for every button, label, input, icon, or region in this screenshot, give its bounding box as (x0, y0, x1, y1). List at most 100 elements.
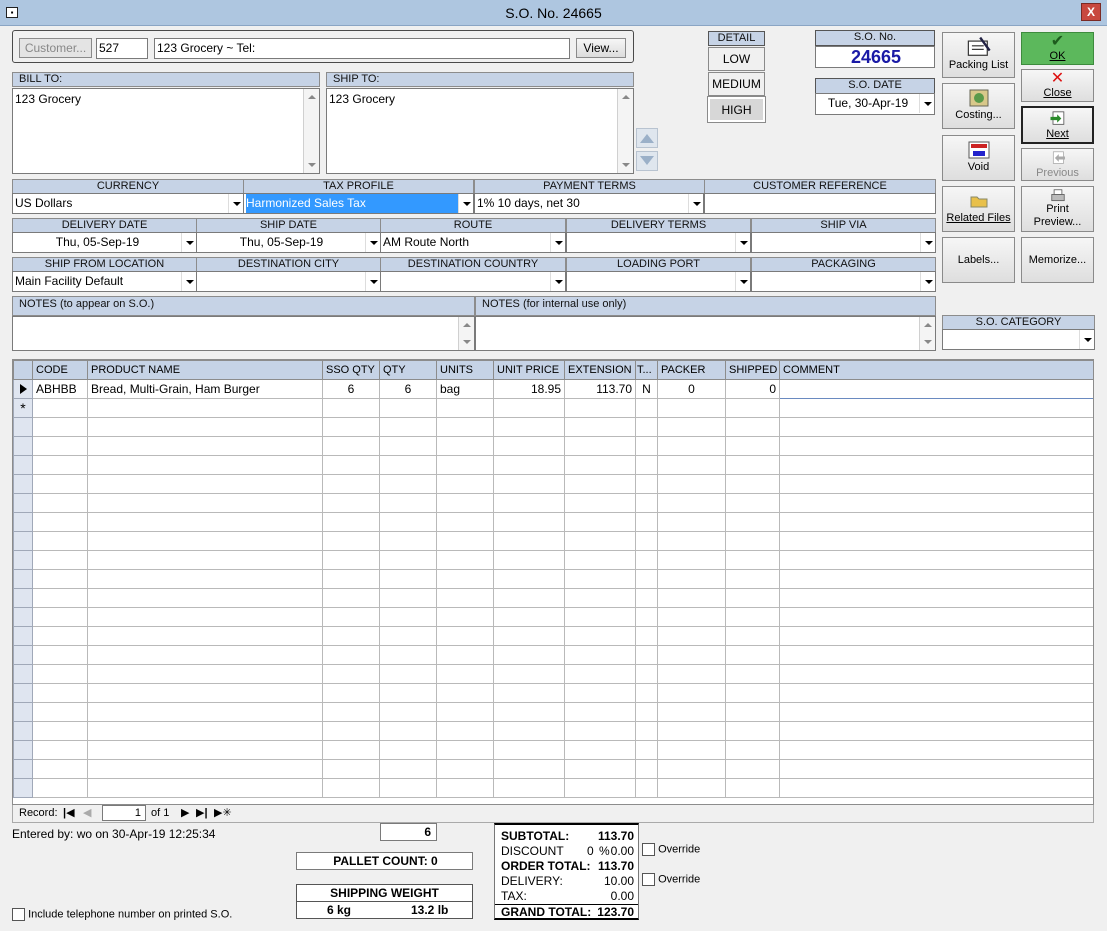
labels-button[interactable]: Labels... (942, 237, 1015, 283)
scroll-down-icon[interactable] (920, 334, 935, 350)
memorize-button[interactable]: Memorize... (1021, 237, 1094, 283)
destination-city-select[interactable] (196, 271, 381, 292)
so-category-select[interactable] (942, 329, 1095, 350)
address-down-arrow-icon[interactable] (636, 151, 658, 171)
payment-terms-select[interactable]: 1% 10 days, net 30 (474, 193, 704, 214)
table-row[interactable]: ABHBB Bread, Multi-Grain, Ham Burger 6 6… (13, 379, 1093, 399)
col-sso-qty[interactable]: SSO QTY (322, 360, 380, 380)
dropdown-arrow-icon[interactable] (735, 233, 750, 252)
ship-via-select[interactable] (751, 232, 936, 253)
customer-reference-field[interactable] (704, 193, 936, 214)
scroll-down-icon[interactable] (459, 334, 474, 350)
dropdown-arrow-icon[interactable] (550, 272, 565, 291)
new-record-icon[interactable]: ▶✳ (214, 806, 232, 819)
notes-so-scrollbar[interactable] (458, 317, 474, 350)
col-unit-price[interactable]: UNIT PRICE (493, 360, 565, 380)
first-record-icon[interactable]: |◀ (63, 806, 75, 819)
notes-so-textarea[interactable] (12, 316, 475, 351)
cell-shipped[interactable]: 0 (725, 379, 780, 399)
next-button[interactable]: Next (1021, 106, 1094, 144)
cell-unit-price[interactable]: 18.95 (493, 379, 565, 399)
delivery-terms-select[interactable] (566, 232, 751, 253)
delivery-date-select[interactable]: Thu, 05-Sep-19 (12, 232, 197, 253)
dropdown-arrow-icon[interactable] (688, 194, 703, 213)
void-button[interactable]: Void (942, 135, 1015, 181)
dropdown-arrow-icon[interactable] (550, 233, 565, 252)
address-up-arrow-icon[interactable] (636, 128, 658, 148)
override-delivery-checkbox[interactable] (642, 873, 655, 886)
cell-comment[interactable] (779, 379, 1093, 399)
next-record-icon[interactable]: ▶ (181, 806, 189, 819)
so-date-field[interactable]: Tue, 30-Apr-19 (815, 93, 935, 115)
window-close-button[interactable]: X (1081, 3, 1101, 21)
detail-low-button[interactable]: LOW (708, 47, 765, 71)
tax-profile-select[interactable]: Harmonized Sales Tax (243, 193, 474, 214)
include-phone-row[interactable]: Include telephone number on printed S.O. (12, 908, 232, 921)
override-discount-checkbox[interactable] (642, 843, 655, 856)
cell-tax[interactable]: N (635, 379, 658, 399)
dropdown-arrow-icon[interactable] (920, 233, 935, 252)
current-row-pointer-icon[interactable] (13, 379, 33, 399)
customer-button[interactable]: Customer... (19, 38, 92, 58)
cell-product-name[interactable]: Bread, Multi-Grain, Ham Burger (87, 379, 323, 399)
dropdown-arrow-icon[interactable] (920, 272, 935, 291)
dropdown-arrow-icon[interactable] (365, 272, 380, 291)
col-extension[interactable]: EXTENSION (564, 360, 636, 380)
currency-select[interactable]: US Dollars (12, 193, 244, 214)
costing-button[interactable]: Costing... (942, 83, 1015, 129)
new-row[interactable]: * (13, 398, 1093, 418)
view-customer-button[interactable]: View... (576, 38, 626, 58)
dropdown-arrow-icon[interactable] (1079, 330, 1094, 349)
ship-from-select[interactable]: Main Facility Default (12, 271, 197, 292)
col-units[interactable]: UNITS (436, 360, 494, 380)
related-files-button[interactable]: Related Files (942, 186, 1015, 232)
dropdown-arrow-icon[interactable] (458, 194, 473, 213)
route-select[interactable]: AM Route North (380, 232, 566, 253)
dropdown-arrow-icon[interactable] (919, 94, 934, 113)
dropdown-arrow-icon[interactable] (365, 233, 380, 252)
previous-button[interactable]: Previous (1021, 148, 1094, 181)
col-code[interactable]: CODE (32, 360, 88, 380)
ship-to-scrollbar[interactable] (617, 89, 633, 173)
print-preview-button[interactable]: Print Preview... (1021, 186, 1094, 232)
cell-sso-qty[interactable]: 6 (322, 379, 380, 399)
override-discount-row[interactable]: Override (642, 843, 700, 856)
col-tax[interactable]: T... (635, 360, 658, 380)
ship-date-select[interactable]: Thu, 05-Sep-19 (196, 232, 381, 253)
customer-id-field[interactable]: 527 (96, 38, 148, 59)
dropdown-arrow-icon[interactable] (228, 194, 243, 213)
delivery-value[interactable]: 10.00 (604, 874, 634, 888)
current-record-field[interactable]: 1 (102, 805, 146, 821)
dropdown-arrow-icon[interactable] (181, 233, 196, 252)
col-shipped[interactable]: SHIPPED (725, 360, 780, 380)
detail-medium-button[interactable]: MEDIUM (708, 72, 765, 96)
scroll-up-icon[interactable] (920, 317, 935, 333)
destination-country-select[interactable] (380, 271, 566, 292)
include-phone-checkbox[interactable] (12, 908, 25, 921)
customer-name-field[interactable]: 123 Grocery ~ Tel: (154, 38, 570, 59)
cell-units[interactable]: bag (436, 379, 494, 399)
scroll-down-icon[interactable] (618, 157, 633, 173)
dropdown-arrow-icon[interactable] (735, 272, 750, 291)
scroll-up-icon[interactable] (459, 317, 474, 333)
override-delivery-row[interactable]: Override (642, 873, 700, 886)
discount-pct[interactable]: 0 (587, 844, 594, 858)
col-product-name[interactable]: PRODUCT NAME (87, 360, 323, 380)
scroll-down-icon[interactable] (304, 157, 319, 173)
packing-list-button[interactable]: Packing List (942, 32, 1015, 78)
col-qty[interactable]: QTY (379, 360, 437, 380)
ship-to-textarea[interactable]: 123 Grocery (326, 88, 634, 174)
col-packer[interactable]: PACKER (657, 360, 726, 380)
scroll-up-icon[interactable] (618, 89, 633, 105)
cell-packer[interactable]: 0 (657, 379, 726, 399)
cell-qty[interactable]: 6 (379, 379, 437, 399)
bill-to-textarea[interactable]: 123 Grocery (12, 88, 320, 174)
notes-internal-scrollbar[interactable] (919, 317, 935, 350)
cell-code[interactable]: ABHBB (32, 379, 88, 399)
loading-port-select[interactable] (566, 271, 751, 292)
prev-record-icon[interactable]: ◀ (83, 806, 91, 819)
cell-extension[interactable]: 113.70 (564, 379, 636, 399)
notes-internal-textarea[interactable] (475, 316, 936, 351)
packaging-select[interactable] (751, 271, 936, 292)
last-record-icon[interactable]: ▶| (196, 806, 208, 819)
